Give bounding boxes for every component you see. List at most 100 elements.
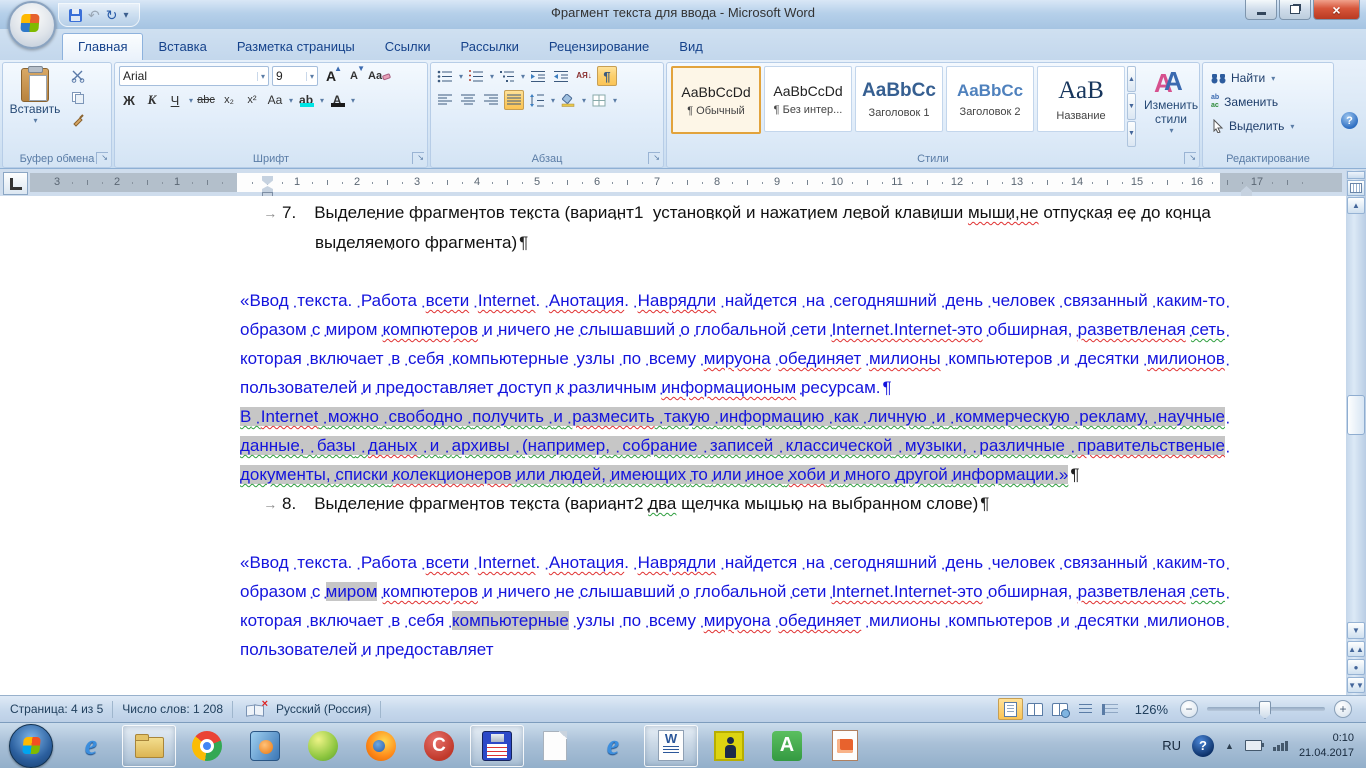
change-styles-button[interactable]: AA Изменить стили ▾ bbox=[1144, 66, 1198, 147]
taskbar-item-new-document[interactable] bbox=[528, 725, 582, 767]
strikethrough-button[interactable]: abc bbox=[196, 90, 216, 110]
grow-font-button[interactable]: A▲ bbox=[321, 66, 341, 86]
style-item-0[interactable]: AaBbCcDd¶ Обычный bbox=[671, 66, 761, 134]
align-center-button[interactable] bbox=[458, 90, 478, 110]
taskbar-item-ccleaner[interactable] bbox=[412, 725, 466, 767]
help-tray-icon[interactable]: ? bbox=[1192, 735, 1214, 757]
tab-6[interactable]: Вид bbox=[664, 34, 718, 60]
superscript-button[interactable]: x² bbox=[242, 90, 262, 110]
format-painter-button[interactable] bbox=[67, 110, 89, 130]
change-case-dropdown-icon[interactable]: ▾ bbox=[289, 96, 293, 105]
zoom-in-button[interactable]: + bbox=[1334, 700, 1352, 718]
split-handle[interactable] bbox=[1347, 171, 1365, 179]
align-left-button[interactable] bbox=[435, 90, 455, 110]
tab-stop-selector[interactable] bbox=[3, 172, 28, 195]
bullets-dropdown-icon[interactable]: ▾ bbox=[459, 72, 463, 81]
taskbar-item-word[interactable] bbox=[644, 725, 698, 767]
style-item-2[interactable]: AaBbCcЗаголовок 1 bbox=[855, 66, 943, 132]
scrollbar-thumb[interactable] bbox=[1347, 395, 1365, 435]
style-item-1[interactable]: AaBbCcDd¶ Без интер... bbox=[764, 66, 852, 132]
bold-button[interactable]: Ж bbox=[119, 90, 139, 110]
numbered-list-paragraph[interactable]: 7.→Выделение· фрагментов· текста· (вариа… bbox=[240, 198, 1225, 257]
subscript-button[interactable]: x₂ bbox=[219, 90, 239, 110]
view-button-print-layout[interactable] bbox=[998, 698, 1023, 720]
close-button[interactable]: × bbox=[1313, 0, 1360, 20]
shading-dropdown-icon[interactable]: ▾ bbox=[582, 96, 586, 105]
restore-button[interactable] bbox=[1279, 0, 1311, 20]
network-icon[interactable] bbox=[1273, 741, 1288, 751]
zoom-slider[interactable] bbox=[1207, 707, 1325, 711]
taskbar-item-chrome[interactable] bbox=[180, 725, 234, 767]
replace-button[interactable]: abac Заменить bbox=[1207, 90, 1329, 114]
clock[interactable]: 0:1021.04.2017 bbox=[1299, 731, 1354, 761]
highlight-dropdown-icon[interactable]: ▾ bbox=[320, 96, 324, 105]
taskbar-item-windows-explorer[interactable] bbox=[122, 725, 176, 767]
view-button-draft[interactable] bbox=[1098, 698, 1123, 720]
align-right-button[interactable] bbox=[481, 90, 501, 110]
clear-formatting-button[interactable]: Aa bbox=[367, 66, 392, 86]
font-color-button[interactable]: А bbox=[327, 90, 347, 110]
style-item-3[interactable]: AaBbCcЗаголовок 2 bbox=[946, 66, 1034, 132]
previous-page-button[interactable]: ▲▲ bbox=[1347, 641, 1365, 657]
vertical-scrollbar[interactable]: ▲ ▼ ▲▲ ● ▼▼ bbox=[1346, 170, 1366, 695]
scroll-up-button[interactable]: ▲ bbox=[1347, 197, 1365, 214]
start-button[interactable] bbox=[2, 725, 60, 767]
document-text[interactable]: 7.→Выделение· фрагментов· текста· (вариа… bbox=[240, 198, 1225, 664]
taskbar-item-mediaget[interactable] bbox=[296, 725, 350, 767]
cut-button[interactable] bbox=[67, 66, 89, 86]
body-paragraph[interactable]: «Ввод· текста.· Работа· всети· Internet.… bbox=[240, 548, 1225, 664]
select-browse-object-button[interactable]: ● bbox=[1347, 659, 1365, 675]
bullets-button[interactable] bbox=[435, 66, 455, 86]
tab-3[interactable]: Ссылки bbox=[370, 34, 446, 60]
power-icon[interactable] bbox=[1245, 740, 1262, 751]
style-item-4[interactable]: АаВНазвание bbox=[1037, 66, 1125, 132]
borders-dropdown-icon[interactable]: ▾ bbox=[613, 96, 617, 105]
clipboard-dialog-launcher[interactable]: ↘ bbox=[96, 152, 108, 164]
tab-2[interactable]: Разметка страницы bbox=[222, 34, 370, 60]
font-size-combo[interactable]: 9▾ bbox=[272, 66, 318, 86]
font-dialog-launcher[interactable]: ↘ bbox=[412, 152, 424, 164]
tab-5[interactable]: Рецензирование bbox=[534, 34, 664, 60]
scroll-down-button[interactable]: ▼ bbox=[1347, 622, 1365, 639]
proofing-errors-icon[interactable]: × bbox=[246, 703, 264, 716]
multilevel-list-button[interactable] bbox=[497, 66, 517, 86]
tab-4[interactable]: Рассылки bbox=[446, 34, 534, 60]
taskbar-item-media-player[interactable] bbox=[238, 725, 292, 767]
numbered-list-paragraph[interactable]: 8.→Выделение· фрагментов· текста· (вариа… bbox=[240, 489, 1225, 519]
view-button-full-screen-reading[interactable] bbox=[1023, 698, 1048, 720]
shrink-font-button[interactable]: A▼ bbox=[344, 66, 364, 86]
borders-button[interactable] bbox=[589, 90, 609, 110]
shading-button[interactable] bbox=[558, 90, 578, 110]
taskbar-item-firefox[interactable] bbox=[354, 725, 408, 767]
body-paragraph[interactable]: «Ввод· текста.· Работа· всети· Internet.… bbox=[240, 286, 1225, 402]
paste-dropdown-icon[interactable]: ▾ bbox=[33, 116, 37, 125]
highlight-color-button[interactable]: ab bbox=[296, 90, 316, 110]
taskbar-item-abbyy[interactable] bbox=[760, 725, 814, 767]
italic-button[interactable]: К bbox=[142, 90, 162, 110]
help-button[interactable]: ? bbox=[1341, 112, 1358, 129]
styles-scroll-up-icon[interactable]: ▲ bbox=[1127, 66, 1136, 92]
font-color-dropdown-icon[interactable]: ▾ bbox=[351, 96, 355, 105]
zoom-out-button[interactable]: − bbox=[1180, 700, 1198, 718]
styles-gallery-expand-icon[interactable]: ▼ bbox=[1127, 121, 1136, 147]
change-case-button[interactable]: Aa bbox=[265, 90, 285, 110]
numbering-dropdown-icon[interactable]: ▾ bbox=[490, 72, 494, 81]
line-spacing-button[interactable] bbox=[527, 90, 547, 110]
line-spacing-dropdown-icon[interactable]: ▾ bbox=[551, 96, 555, 105]
sort-button[interactable]: АЯ↓ bbox=[574, 66, 594, 86]
tab-1[interactable]: Вставка bbox=[143, 34, 221, 60]
zoom-level[interactable]: 126% bbox=[1135, 702, 1168, 717]
select-button[interactable]: Выделить ▾ bbox=[1207, 114, 1329, 138]
styles-scroll-down-icon[interactable]: ▼ bbox=[1127, 93, 1136, 119]
taskbar-item-hr-app[interactable] bbox=[702, 725, 756, 767]
next-page-button[interactable]: ▼▼ bbox=[1347, 677, 1365, 693]
language-indicator[interactable]: Русский (Россия) bbox=[276, 702, 371, 716]
show-formatting-marks-button[interactable]: ¶ bbox=[597, 66, 617, 86]
paste-button[interactable]: Вставить ▾ bbox=[7, 66, 63, 147]
styles-dialog-launcher[interactable]: ↘ bbox=[1184, 152, 1196, 164]
multilevel-dropdown-icon[interactable]: ▾ bbox=[521, 72, 525, 81]
taskbar-item-internet-explorer-2[interactable] bbox=[586, 725, 640, 767]
find-button[interactable]: Найти ▾ bbox=[1207, 66, 1329, 90]
tab-home[interactable]: Главная bbox=[62, 33, 143, 60]
document-area[interactable]: 7.→Выделение· фрагментов· текста· (вариа… bbox=[0, 196, 1366, 695]
